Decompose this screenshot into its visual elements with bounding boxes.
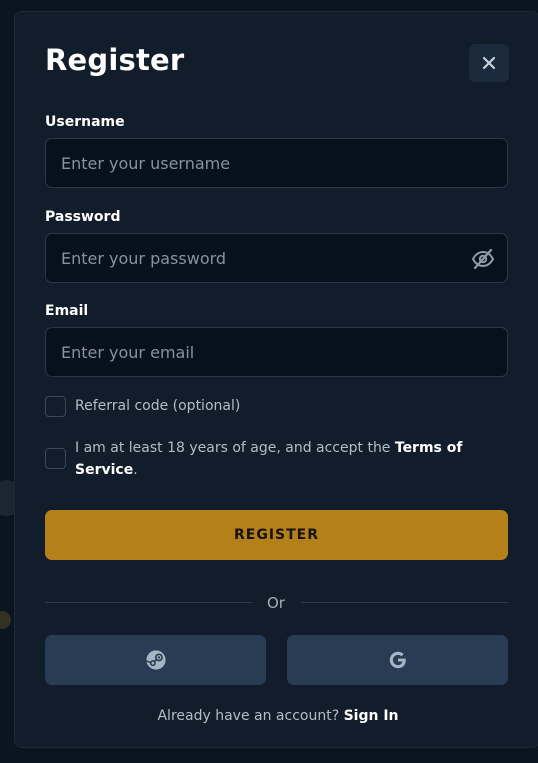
terms-checkbox[interactable] <box>45 448 66 469</box>
password-field-container <box>45 233 508 283</box>
sign-in-link[interactable]: Sign In <box>344 708 399 724</box>
email-input[interactable] <box>46 328 507 376</box>
password-label: Password <box>45 209 121 225</box>
sign-in-prompt: Already have an account? Sign In <box>15 708 538 724</box>
email-field-container <box>45 327 508 377</box>
referral-code-checkbox[interactable] <box>45 396 66 417</box>
referral-code-label: Referral code (optional) <box>75 398 241 414</box>
register-button[interactable]: REGISTER <box>45 510 508 560</box>
steam-login-button[interactable] <box>45 635 266 685</box>
divider-line-right <box>301 602 508 603</box>
steam-icon <box>145 650 166 670</box>
close-button[interactable] <box>469 44 509 82</box>
terms-label: I am at least 18 years of age, and accep… <box>75 437 475 481</box>
eye-off-icon <box>471 248 495 270</box>
terms-text: I am at least 18 years of age, and accep… <box>75 440 395 456</box>
close-icon <box>482 56 496 70</box>
sign-in-prompt-text: Already have an account? <box>157 708 344 724</box>
terms-text-end: . <box>133 462 138 478</box>
modal-title: Register <box>45 43 185 77</box>
password-input[interactable] <box>46 234 507 282</box>
email-label: Email <box>45 303 89 319</box>
username-input[interactable] <box>46 139 507 187</box>
divider-or-text: Or <box>267 594 285 612</box>
google-login-button[interactable] <box>287 635 508 685</box>
toggle-password-visibility-button[interactable] <box>471 247 495 271</box>
register-modal: Register Username Password Email Referra… <box>14 11 538 748</box>
divider-line-left <box>45 602 252 603</box>
username-label: Username <box>45 114 125 130</box>
username-field-container <box>45 138 508 188</box>
google-icon <box>389 651 406 669</box>
